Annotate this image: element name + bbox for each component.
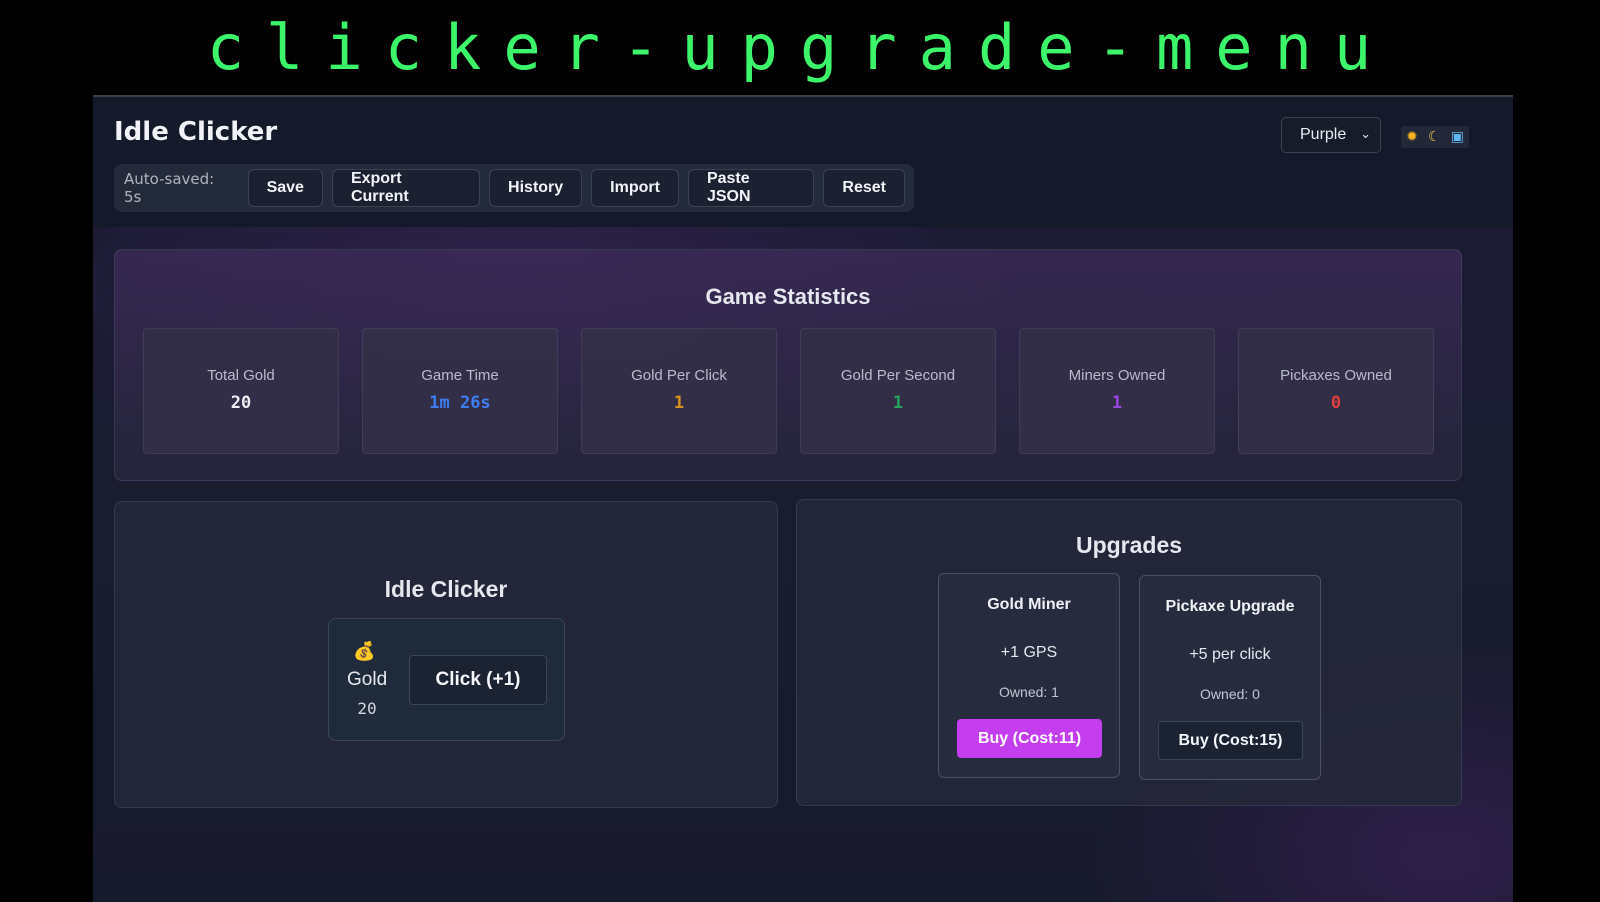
stat-value: 0 bbox=[1330, 393, 1342, 413]
save-button[interactable]: Save bbox=[247, 169, 323, 207]
gold-value: 20 bbox=[357, 699, 377, 718]
stat-game-time: Game Time 1m 26s bbox=[362, 328, 558, 454]
stat-value: 1 bbox=[673, 393, 685, 413]
stat-value: 1m 26s bbox=[429, 393, 491, 413]
buy-pickaxe-button[interactable]: Buy (Cost:15) bbox=[1158, 721, 1303, 760]
gold-label: Gold bbox=[347, 669, 388, 690]
game-statistics-panel: Game Statistics Total Gold 20 Game Time … bbox=[114, 249, 1462, 481]
theme-select-value: Purple bbox=[1300, 126, 1347, 143]
stat-label: Pickaxes Owned bbox=[1280, 367, 1392, 384]
import-button[interactable]: Import bbox=[591, 169, 679, 207]
upgrades-panel: Upgrades Gold Miner +1 GPS Owned: 1 Buy … bbox=[796, 499, 1462, 806]
moon-icon[interactable]: ☾ bbox=[1428, 129, 1441, 145]
upgrade-card-gold-miner: Gold Miner +1 GPS Owned: 1 Buy (Cost:11) bbox=[938, 573, 1120, 778]
stat-value: 20 bbox=[230, 393, 252, 413]
upgrade-effect: +5 per click bbox=[1189, 646, 1271, 663]
stat-label: Total Gold bbox=[207, 367, 275, 384]
stats-title: Game Statistics bbox=[705, 284, 871, 309]
header: Idle Clicker Auto-saved: 5s Save Export … bbox=[93, 97, 1513, 227]
stat-gold-per-second: Gold Per Second 1 bbox=[800, 328, 996, 454]
history-button[interactable]: History bbox=[489, 169, 583, 207]
stat-label: Gold Per Click bbox=[631, 367, 727, 384]
upgrade-name: Gold Miner bbox=[987, 596, 1071, 613]
upgrade-card-pickaxe: Pickaxe Upgrade +5 per click Owned: 0 Bu… bbox=[1139, 575, 1321, 780]
gold-card: 💰 Gold 20 Click (+1) bbox=[328, 618, 565, 741]
stat-gold-per-click: Gold Per Click 1 bbox=[581, 328, 777, 454]
app-title: Idle Clicker bbox=[114, 117, 278, 147]
stat-total-gold: Total Gold 20 bbox=[143, 328, 339, 454]
upgrade-owned: Owned: 0 bbox=[1200, 686, 1260, 702]
app-window: Idle Clicker Auto-saved: 5s Save Export … bbox=[93, 95, 1513, 902]
upgrades-title: Upgrades bbox=[1075, 532, 1183, 558]
upgrade-owned: Owned: 1 bbox=[999, 684, 1059, 700]
upgrade-name: Pickaxe Upgrade bbox=[1165, 598, 1295, 615]
upgrade-effect: +1 GPS bbox=[1000, 644, 1058, 661]
stat-miners-owned: Miners Owned 1 bbox=[1019, 328, 1215, 454]
stat-label: Miners Owned bbox=[1068, 367, 1166, 384]
banner-title: clicker-upgrade-menu bbox=[206, 11, 1394, 84]
stat-value: 1 bbox=[892, 393, 904, 413]
sun-icon[interactable]: ✹ bbox=[1406, 129, 1418, 145]
clicker-panel: Idle Clicker 💰 Gold 20 Click (+1) bbox=[114, 501, 778, 808]
clicker-title: Idle Clicker bbox=[384, 576, 508, 602]
paste-json-button[interactable]: Paste JSON bbox=[687, 169, 815, 207]
stat-label: Game Time bbox=[421, 367, 499, 384]
laptop-icon[interactable]: ▣ bbox=[1451, 129, 1464, 145]
export-current-button[interactable]: Export Current bbox=[331, 169, 481, 207]
stat-value: 1 bbox=[1111, 393, 1123, 413]
toolbar: Auto-saved: 5s Save Export Current Histo… bbox=[114, 164, 914, 212]
money-bag-icon: 💰 bbox=[353, 641, 376, 662]
chevron-down-icon: ⌄ bbox=[1360, 126, 1371, 141]
click-button[interactable]: Click (+1) bbox=[409, 655, 547, 705]
banner: clicker-upgrade-menu bbox=[0, 0, 1600, 95]
mode-toggle: ✹ ☾ ▣ bbox=[1401, 126, 1469, 148]
buy-gold-miner-button[interactable]: Buy (Cost:11) bbox=[957, 719, 1102, 758]
stat-pickaxes-owned: Pickaxes Owned 0 bbox=[1238, 328, 1434, 454]
autosave-status: Auto-saved: 5s bbox=[124, 170, 215, 206]
theme-select[interactable]: Purple ⌄ bbox=[1281, 117, 1381, 153]
reset-button[interactable]: Reset bbox=[823, 169, 905, 207]
stat-label: Gold Per Second bbox=[840, 367, 956, 384]
